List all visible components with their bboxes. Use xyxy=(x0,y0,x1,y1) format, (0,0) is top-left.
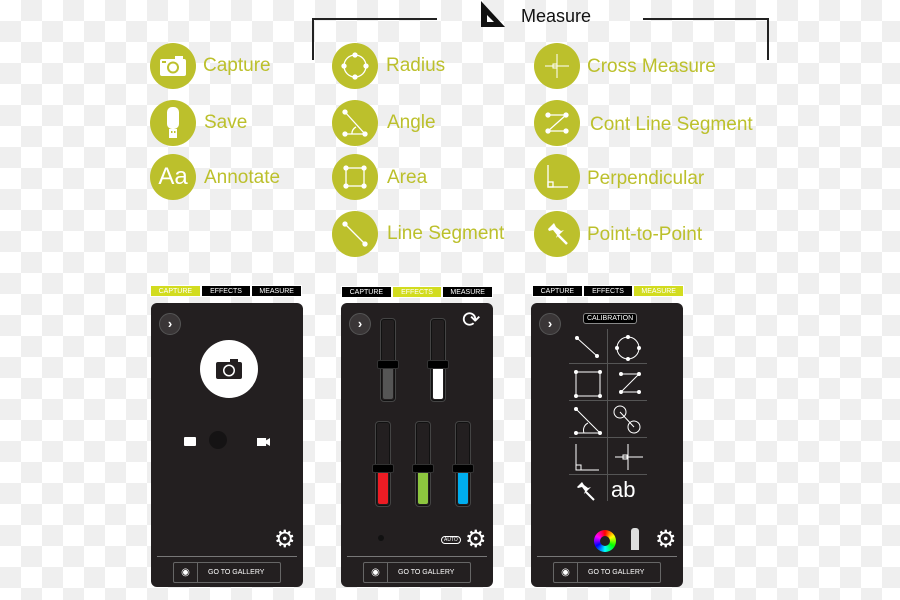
radius-icon xyxy=(332,43,378,89)
slider-fill xyxy=(458,471,468,504)
photo-mode-icon[interactable] xyxy=(184,437,196,446)
settings-gear-icon[interactable]: ⚙ xyxy=(465,528,487,552)
phone1-tabs: CAPTURE EFFECTS MEASURE xyxy=(150,285,303,297)
slider-fill xyxy=(433,367,443,399)
usb-drive-icon xyxy=(150,100,196,146)
phone-capture-screen: › ⚙ ◉ GO TO GALLERY xyxy=(151,303,303,587)
legend-area: Area xyxy=(387,167,428,188)
bracket-right xyxy=(643,18,769,60)
area-tool[interactable] xyxy=(569,364,607,402)
pushpin-icon xyxy=(534,211,580,257)
angle-icon xyxy=(332,100,378,146)
mode-dot xyxy=(378,535,384,541)
header-title: Measure xyxy=(521,6,592,26)
gallery-label: GO TO GALLERY xyxy=(398,569,455,576)
auto-button[interactable]: AUTO xyxy=(441,536,461,544)
cont-line-segment-icon xyxy=(534,100,580,146)
gallery-label: GO TO GALLERY xyxy=(208,569,265,576)
phone3-tabs: CAPTURE EFFECTS MEASURE xyxy=(532,285,685,297)
legend-cont-line-segment: Cont Line Segment xyxy=(590,114,753,135)
go-to-gallery-button[interactable]: ◉ GO TO GALLERY xyxy=(173,562,281,583)
video-mode-icon[interactable] xyxy=(257,438,270,446)
go-to-gallery-button[interactable]: ◉ GO TO GALLERY xyxy=(553,562,661,583)
cross-measure-tool[interactable] xyxy=(609,438,647,476)
legend-radius: Radius xyxy=(386,55,446,76)
gallery-focus-icon: ◉ xyxy=(174,563,198,582)
settings-gear-icon[interactable]: ⚙ xyxy=(274,528,296,552)
slider-fill xyxy=(378,471,388,504)
effect-slider[interactable] xyxy=(427,319,449,401)
effect-slider[interactable] xyxy=(452,422,474,506)
tab-effects[interactable]: EFFECTS xyxy=(582,285,634,297)
phone-measure-screen: › CALIBRATION ab ⚙ ◉ GO TO GALLERY xyxy=(531,303,683,587)
calibration-button[interactable]: CALIBRATION xyxy=(583,313,638,324)
go-to-gallery-button[interactable]: ◉ GO TO GALLERY xyxy=(363,562,471,583)
legend-line-segment: Line Segment xyxy=(387,223,505,244)
chevron-right-icon[interactable]: › xyxy=(349,313,371,335)
effect-slider[interactable] xyxy=(372,422,394,506)
legend-save: Save xyxy=(204,112,248,133)
tab-measure[interactable]: MEASURE xyxy=(251,285,303,297)
cross-measure-icon xyxy=(534,43,580,89)
tool-grid: ab xyxy=(569,329,647,501)
cont-line-segment-tool[interactable] xyxy=(609,364,647,402)
slider-knob[interactable] xyxy=(427,360,449,369)
tab-measure[interactable]: MEASURE xyxy=(442,286,494,298)
camera-icon xyxy=(216,359,242,379)
legend-annotate: Annotate xyxy=(204,167,281,188)
perpendicular-icon xyxy=(534,154,580,200)
pushpin-tool[interactable] xyxy=(569,475,607,513)
slider-knob[interactable] xyxy=(372,464,394,474)
legend-point-to-point: Point-to-Point xyxy=(587,224,703,245)
tab-effects[interactable]: EFFECTS xyxy=(200,285,252,297)
effect-slider[interactable] xyxy=(412,422,434,506)
divider xyxy=(537,556,677,557)
line-segment-icon xyxy=(332,211,378,257)
gallery-focus-icon: ◉ xyxy=(554,563,578,582)
refresh-icon[interactable]: ⟳ xyxy=(462,308,480,332)
legend-angle: Angle xyxy=(387,112,436,133)
gallery-focus-icon: ◉ xyxy=(364,563,388,582)
slider-knob[interactable] xyxy=(452,464,474,474)
divider xyxy=(347,556,487,557)
perpendicular-tool[interactable] xyxy=(569,438,607,476)
line-segment-tool[interactable] xyxy=(569,329,607,367)
aa-glyph: Aa xyxy=(158,163,188,190)
gallery-label: GO TO GALLERY xyxy=(588,569,645,576)
color-wheel-icon[interactable] xyxy=(594,530,616,552)
tab-capture[interactable]: CAPTURE xyxy=(532,285,583,297)
slider-fill xyxy=(418,471,428,504)
phone2-tabs: CAPTURE EFFECTS MEASURE xyxy=(341,286,494,298)
angle-tool[interactable] xyxy=(569,401,607,439)
legend-capture: Capture xyxy=(203,55,271,76)
slider-fill xyxy=(383,367,393,399)
shutter-button[interactable] xyxy=(200,340,258,398)
settings-gear-icon[interactable]: ⚙ xyxy=(655,528,677,552)
slider-knob[interactable] xyxy=(377,360,399,369)
chevron-right-icon[interactable]: › xyxy=(539,313,561,335)
tab-measure[interactable]: MEASURE xyxy=(633,285,685,297)
usb-save-icon[interactable] xyxy=(631,528,639,550)
set-square-icon xyxy=(481,1,505,27)
legend-perpendicular: Perpendicular xyxy=(587,168,705,189)
area-icon xyxy=(332,154,378,200)
effect-slider[interactable] xyxy=(377,319,399,401)
slider-knob[interactable] xyxy=(412,464,434,474)
divider xyxy=(157,556,297,557)
chevron-right-icon[interactable]: › xyxy=(159,313,181,335)
point-to-point-circles-tool[interactable] xyxy=(609,401,647,439)
text-aa-icon: Aa xyxy=(150,154,196,200)
tab-capture[interactable]: CAPTURE xyxy=(341,286,392,298)
phone-effects-screen: › ⟳ AUTO ⚙ ◉ GO TO GALLERY xyxy=(341,303,493,587)
tab-capture[interactable]: CAPTURE xyxy=(150,285,201,297)
legend-cross-measure: Cross Measure xyxy=(587,56,716,77)
text-tool[interactable]: ab xyxy=(611,479,635,501)
radius-tool[interactable] xyxy=(609,329,647,367)
tab-effects[interactable]: EFFECTS xyxy=(391,286,443,298)
camera-icon xyxy=(150,43,196,89)
mode-toggle[interactable] xyxy=(209,431,227,449)
